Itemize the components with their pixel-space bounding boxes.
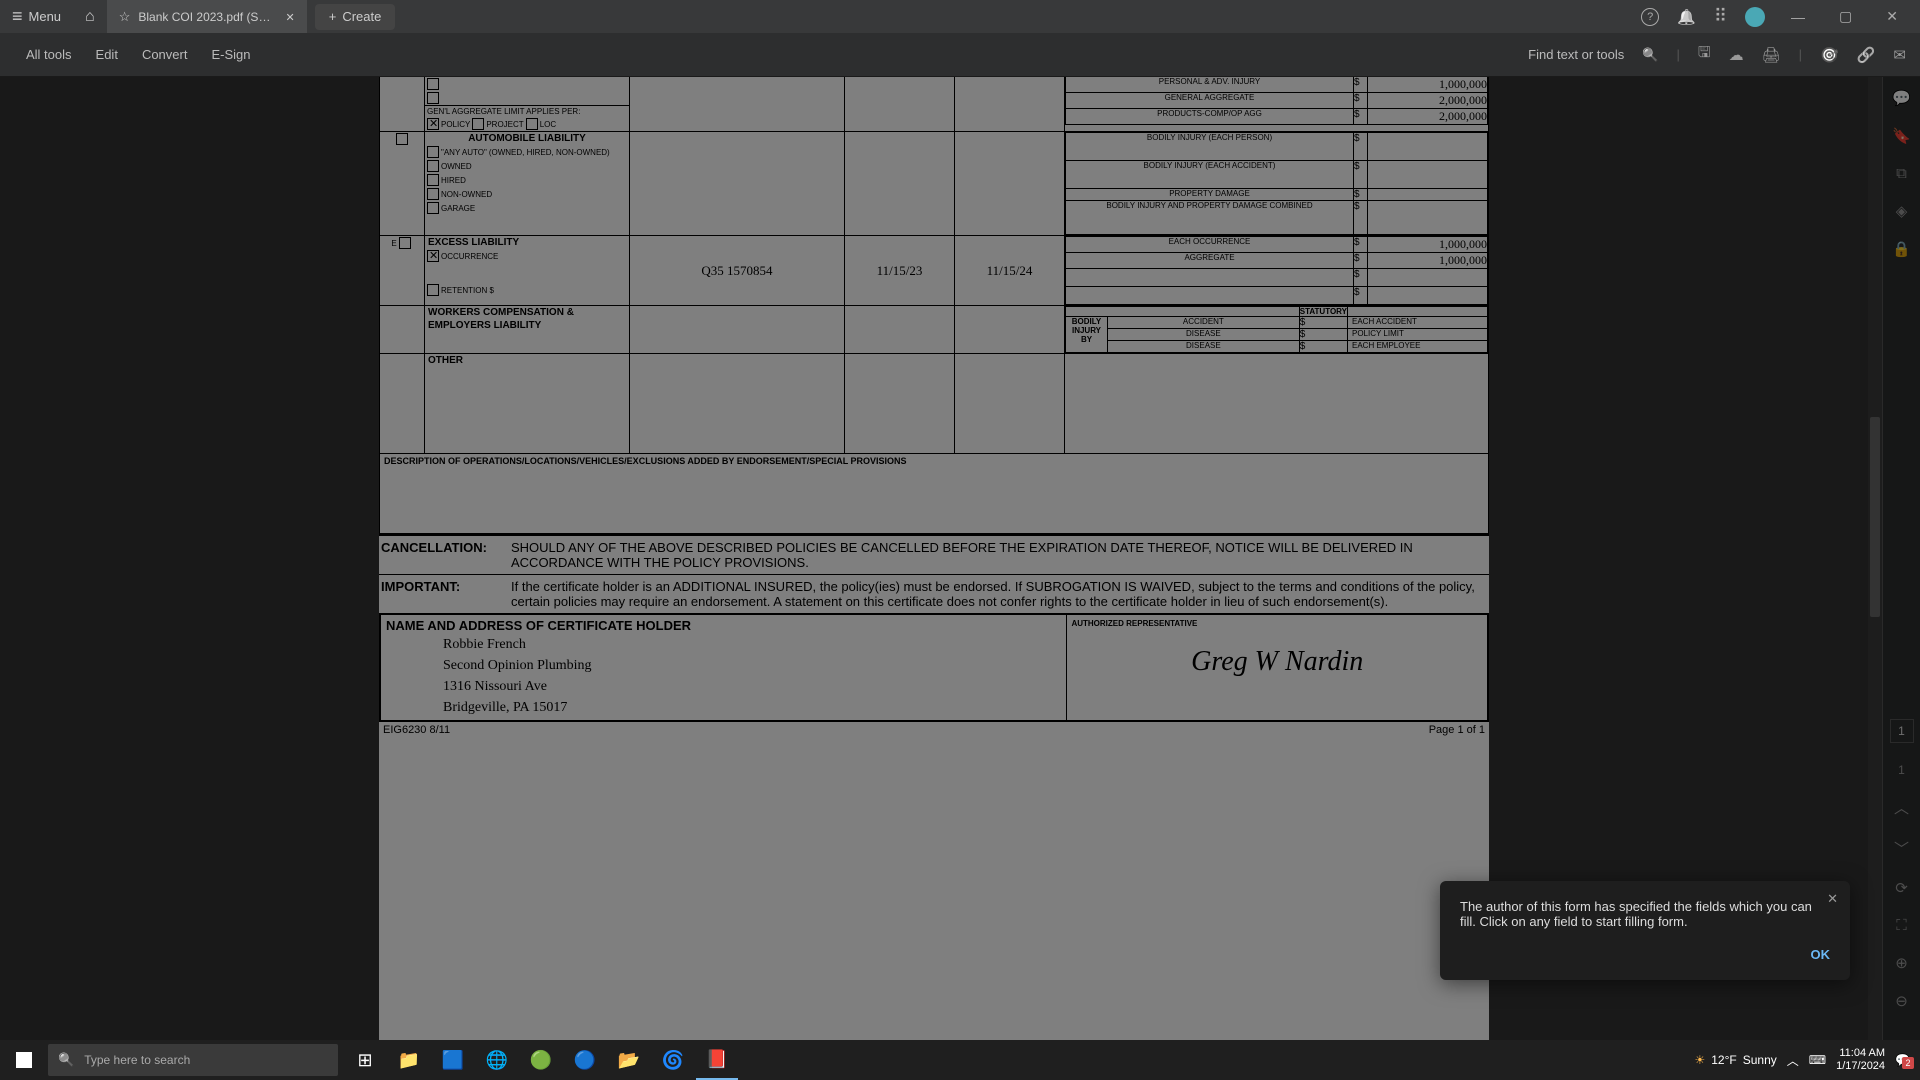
document-tab[interactable]: Blank COI 2023.pdf (SEC... [107, 0, 307, 33]
policy-number: Q35 1570854 [630, 236, 845, 306]
menu-label: Menu [29, 9, 62, 24]
windows-logo-icon [16, 1052, 32, 1068]
holder-street: 1316 Nissouri Ave [443, 676, 1064, 697]
page-count: 1 [1898, 763, 1905, 777]
tab-close-icon[interactable] [286, 9, 295, 24]
scroll-thumb[interactable] [1870, 417, 1880, 617]
link-icon[interactable] [1857, 46, 1876, 64]
tooltip-close-icon[interactable] [1827, 891, 1838, 907]
clock[interactable]: 11:04 AM 1/17/2024 [1836, 1047, 1885, 1073]
comment-icon[interactable]: 💬 [1892, 89, 1911, 107]
fill-form-tooltip: The author of this form has specified th… [1440, 881, 1850, 980]
signature: Greg W Nardin [1071, 646, 1483, 678]
help-icon[interactable] [1641, 7, 1659, 26]
convert-tab[interactable]: Convert [130, 47, 200, 62]
create-button[interactable]: Create [315, 4, 396, 30]
close-button[interactable]: ✕ [1878, 8, 1906, 25]
rotate-icon[interactable]: ⟳ [1895, 879, 1908, 897]
windows-taskbar: Type here to search ⊞ 📁 🟦 🌐 🟢 🔵 📂 🌀 📕 12… [0, 1040, 1920, 1080]
layers-icon[interactable]: ◈ [1896, 202, 1908, 220]
chevron-up-icon[interactable]: ︿ [1894, 797, 1909, 818]
spotify-icon[interactable]: 🟢 [520, 1040, 562, 1080]
keyboard-icon[interactable]: ⌨ [1809, 1053, 1826, 1067]
expiration-date: 11/15/24 [955, 236, 1065, 306]
tooltip-message: The author of this form has specified th… [1460, 899, 1830, 929]
holder-name: Robbie French [443, 634, 1064, 655]
tooltip-ok-button[interactable]: OK [1460, 947, 1830, 962]
firefox-icon[interactable]: 🔵 [564, 1040, 606, 1080]
search-icon [58, 1052, 74, 1068]
task-view-icon[interactable]: ⊞ [344, 1040, 386, 1080]
save-icon[interactable] [1698, 42, 1711, 67]
hamburger-icon [12, 6, 23, 27]
holder-city: Bridgeville, PA 15017 [443, 697, 1064, 718]
zoom-out-icon[interactable]: ⊖ [1895, 992, 1908, 1010]
titlebar: Menu ⌂ Blank COI 2023.pdf (SEC... Create… [0, 0, 1920, 33]
effective-date: 11/15/23 [845, 236, 955, 306]
page-number-input[interactable]: 1 [1890, 719, 1914, 743]
find-text-label[interactable]: Find text or tools [1528, 47, 1624, 62]
checkbox-occurrence[interactable] [427, 250, 439, 262]
taskbar-app[interactable]: 🟦 [432, 1040, 474, 1080]
edge-icon[interactable]: 🌀 [652, 1040, 694, 1080]
apps-grid-icon[interactable] [1714, 6, 1727, 27]
holder-company: Second Opinion Plumbing [443, 655, 1064, 676]
maximize-button[interactable]: ▢ [1831, 8, 1860, 25]
esign-tab[interactable]: E-Sign [199, 47, 262, 62]
page-indicator: Page 1 of 1 [1429, 724, 1485, 736]
pages-icon[interactable]: ⧉ [1896, 165, 1907, 182]
avatar[interactable] [1745, 7, 1765, 27]
checkbox[interactable] [427, 78, 439, 90]
toolbar: All tools Edit Convert E-Sign Find text … [0, 33, 1920, 77]
stamp-icon[interactable] [1820, 46, 1839, 64]
home-button[interactable]: ⌂ [73, 8, 107, 26]
chrome-icon[interactable]: 🌐 [476, 1040, 518, 1080]
document-viewport: GEN'L AGGREGATE LIMIT APPLIES PER: POLIC… [0, 77, 1920, 1040]
lock-icon[interactable]: 🔒 [1892, 240, 1911, 258]
chevron-down-icon[interactable]: ﹀ [1894, 838, 1909, 859]
plus-icon [329, 9, 337, 24]
mail-icon[interactable] [1893, 46, 1906, 64]
right-panel: 💬 🔖 ⧉ ◈ 🔒 1 1 ︿ ﹀ ⟳ ⛶ ⊕ ⊖ [1882, 77, 1920, 1040]
star-icon[interactable] [119, 9, 131, 25]
minimize-button[interactable]: — [1783, 9, 1813, 25]
bookmark-icon[interactable]: 🔖 [1892, 127, 1911, 145]
checkbox-policy[interactable] [427, 118, 439, 130]
tab-title: Blank COI 2023.pdf (SEC... [138, 10, 277, 24]
zoom-in-icon[interactable]: ⊕ [1895, 954, 1908, 972]
start-button[interactable] [0, 1052, 48, 1068]
search-icon[interactable] [1642, 47, 1658, 63]
taskbar-app[interactable]: 📁 [388, 1040, 430, 1080]
taskbar-search[interactable]: Type here to search [48, 1044, 338, 1076]
weather-widget[interactable]: 12°F Sunny [1694, 1053, 1776, 1067]
checkbox-project[interactable] [472, 118, 484, 130]
notifications-icon[interactable] [1677, 8, 1696, 26]
acrobat-icon[interactable]: 📕 [696, 1040, 738, 1080]
create-label: Create [342, 9, 381, 24]
agg-limit-label: GEN'L AGGREGATE LIMIT APPLIES PER: [425, 105, 629, 117]
form-id: EIG6230 8/11 [383, 724, 450, 736]
checkbox[interactable] [396, 133, 408, 145]
menu-button[interactable]: Menu [0, 6, 73, 27]
action-center-icon[interactable]: 💬 [1895, 1053, 1910, 1067]
cloud-upload-icon[interactable] [1729, 46, 1744, 64]
explorer-icon[interactable]: 📂 [608, 1040, 650, 1080]
print-icon[interactable] [1762, 46, 1781, 64]
vertical-scrollbar[interactable] [1868, 77, 1882, 1040]
checkbox[interactable] [427, 92, 439, 104]
search-placeholder: Type here to search [84, 1053, 190, 1067]
fit-width-icon[interactable]: ⛶ [1896, 917, 1907, 934]
all-tools-tab[interactable]: All tools [14, 47, 84, 62]
checkbox-loc[interactable] [526, 118, 538, 130]
tray-chevron-icon[interactable]: ︿ [1787, 1052, 1799, 1069]
sun-icon [1694, 1053, 1705, 1067]
edit-tab[interactable]: Edit [84, 47, 130, 62]
pdf-page: GEN'L AGGREGATE LIMIT APPLIES PER: POLIC… [379, 77, 1489, 1040]
